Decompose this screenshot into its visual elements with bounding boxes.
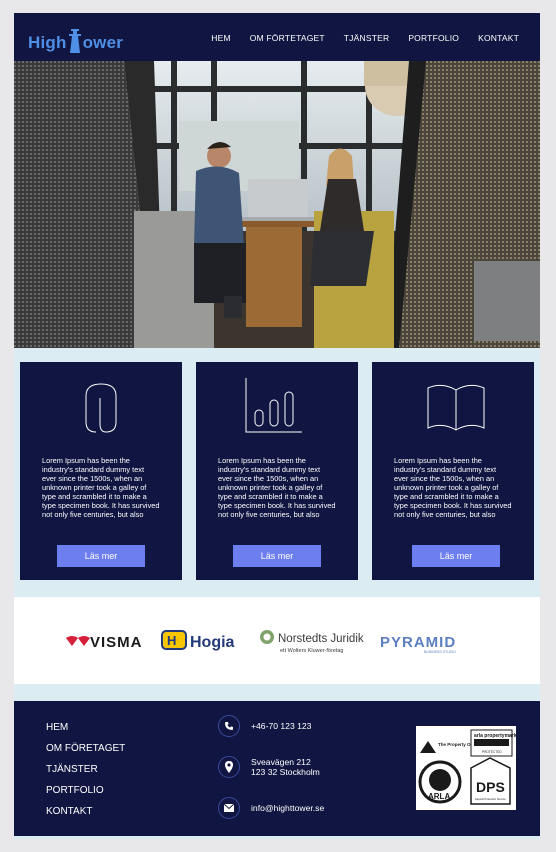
dps-sub: Deposit Protection Service xyxy=(475,797,506,801)
site-header: High ower HEM OM FÖRTETAGET TJÄNSTER POR… xyxy=(14,13,540,61)
hogia-logo: H Hogia xyxy=(161,630,235,651)
footer-link-kontakt[interactable]: KONTAKT xyxy=(46,806,125,827)
read-more-button[interactable]: Läs mer xyxy=(233,545,321,567)
address: Sveavägen 212 123 32 Stockholm xyxy=(251,757,320,777)
footer-link-tjanster[interactable]: TJÄNSTER xyxy=(46,764,125,785)
norstedts-text: Norstedts Juridik xyxy=(278,633,364,645)
svg-text:H: H xyxy=(167,633,176,648)
envelope-icon xyxy=(218,797,240,819)
pyramid-text: PYRAMID xyxy=(380,634,456,651)
pyramid-sub: BUSINESS STUDIO xyxy=(424,650,456,654)
footer-nav: HEM OM FÖRETAGET TJÄNSTER PORTFOLIO KONT… xyxy=(46,722,125,827)
nav-item-hem[interactable]: HEM xyxy=(211,33,231,43)
footer-link-om-foretaget[interactable]: OM FÖRETAGET xyxy=(46,743,125,764)
contact-address: Sveavägen 212 123 32 Stockholm xyxy=(218,756,418,778)
partner-logos: VISMA H Hogia Norstedts Juridik ett Wolt… xyxy=(14,597,540,684)
dps-text: DPS xyxy=(476,779,505,795)
read-more-button[interactable]: Läs mer xyxy=(57,545,145,567)
hightower-logo[interactable]: High ower xyxy=(28,27,123,53)
arla-text: ARLA xyxy=(428,792,450,801)
phone-icon xyxy=(218,715,240,737)
logo-text-high: High xyxy=(28,33,67,52)
visma-text: VISMA xyxy=(90,634,143,651)
membership-badges: The Property Ombudsman arla propertymark… xyxy=(416,726,517,810)
card-text: Lorem Ipsum has been the industry's stan… xyxy=(42,456,160,519)
page: High ower HEM OM FÖRTETAGET TJÄNSTER POR… xyxy=(14,13,540,839)
logo-text-ower: ower xyxy=(82,33,124,52)
read-more-button[interactable]: Läs mer xyxy=(412,545,500,567)
phone-number[interactable]: +46-70 123 123 xyxy=(251,721,311,731)
card-text: Lorem Ipsum has been the industry's stan… xyxy=(394,456,512,519)
visma-logo: VISMA xyxy=(66,634,143,651)
footer-link-portfolio[interactable]: PORTFOLIO xyxy=(46,785,125,806)
hogia-text: Hogia xyxy=(190,634,235,651)
nav-item-tjanster[interactable]: TJÄNSTER xyxy=(344,33,390,43)
pyramid-logo: PYRAMID BUSINESS STUDIO xyxy=(380,634,456,654)
email-address[interactable]: info@highttower.se xyxy=(251,803,324,813)
main-nav: HEM OM FÖRTETAGET TJÄNSTER PORTFOLIO KON… xyxy=(211,33,519,43)
open-book-icon xyxy=(427,384,485,431)
location-pin-icon xyxy=(218,756,240,778)
dps-logo: DPS Deposit Protection Service xyxy=(470,757,511,805)
footer-link-hem[interactable]: HEM xyxy=(46,722,125,743)
service-card: Lorem Ipsum has been the industry's stan… xyxy=(372,362,534,580)
lighthouse-icon xyxy=(68,29,81,53)
nav-item-om-foretaget[interactable]: OM FÖRTETAGET xyxy=(250,33,325,43)
address-line-1: Sveavägen 212 xyxy=(251,757,311,767)
site-footer: HEM OM FÖRETAGET TJÄNSTER PORTFOLIO KONT… xyxy=(14,701,540,836)
nav-item-kontakt[interactable]: KONTAKT xyxy=(478,33,519,43)
service-card: Lorem Ipsum has been the industry's stan… xyxy=(196,362,358,580)
arla-pm-sub: PROTECTED xyxy=(482,750,502,754)
address-line-2: 123 32 Stockholm xyxy=(251,767,320,777)
norstedts-sub: ett Wolters Kluwer-företag xyxy=(280,648,343,654)
contact-phone: +46-70 123 123 xyxy=(218,715,418,737)
contact-email: info@highttower.se xyxy=(218,797,418,819)
card-text: Lorem Ipsum has been the industry's stan… xyxy=(218,456,336,519)
hero-image xyxy=(14,61,540,348)
nav-item-portfolio[interactable]: PORTFOLIO xyxy=(408,33,459,43)
paperclip-icon xyxy=(85,383,117,433)
norstedts-logo: Norstedts Juridik ett Wolters Kluwer-för… xyxy=(260,630,364,654)
bar-chart-icon xyxy=(245,378,302,433)
arla-logo: ARLA xyxy=(418,760,462,804)
arla-pm-text: arla propertymark xyxy=(474,733,517,739)
services-cards: Lorem Ipsum has been the industry's stan… xyxy=(20,362,534,580)
arla-propertymark-logo: arla propertymark PROTECTED xyxy=(470,729,517,757)
service-card: Lorem Ipsum has been the industry's stan… xyxy=(20,362,182,580)
